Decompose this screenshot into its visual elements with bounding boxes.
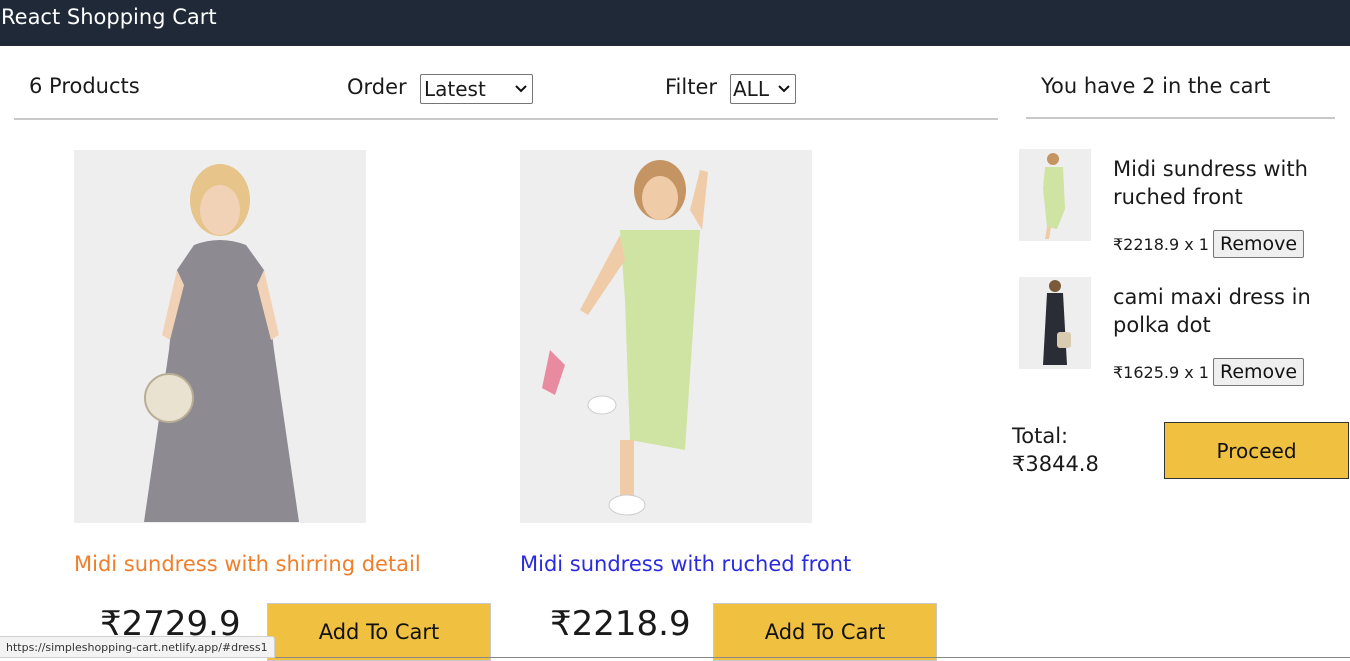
total-value: ₹3844.8 <box>1012 452 1099 476</box>
product-image[interactable] <box>74 150 366 523</box>
order-select-value: Latest <box>424 77 486 101</box>
order-select[interactable]: Latest <box>420 74 533 104</box>
product-image[interactable] <box>520 150 812 523</box>
order-label: Order <box>347 75 407 99</box>
chevron-down-icon <box>776 81 792 97</box>
cart-item-title: cami maxi dress in polka dot <box>1113 285 1311 337</box>
cart-item-price: ₹2218.9 x 1 <box>1113 234 1209 254</box>
cart-item: cami maxi dress in polka dot ₹1625.9 x 1… <box>1019 277 1349 387</box>
total-label: Total: <box>1012 424 1069 448</box>
product-title[interactable]: Midi sundress with ruched front <box>520 552 851 576</box>
add-to-cart-button[interactable]: Add To Cart <box>713 603 937 661</box>
filter-select-value: ALL <box>733 77 769 101</box>
filter-label: Filter <box>665 75 718 99</box>
cart-item-price: ₹1625.9 x 1 <box>1113 362 1209 382</box>
product-title[interactable]: Midi sundress with shirring detail <box>74 552 421 576</box>
proceed-button[interactable]: Proceed <box>1164 422 1349 479</box>
cart-summary-text: You have 2 in the cart <box>1041 74 1271 98</box>
cart-total: Total: ₹3844.8 <box>1012 422 1099 478</box>
filter-select[interactable]: ALL <box>730 74 796 104</box>
cart-item-price-line: ₹1625.9 x 1 Remove <box>1113 358 1305 386</box>
cart-item-thumbnail <box>1019 277 1091 369</box>
remove-button[interactable]: Remove <box>1212 358 1305 386</box>
chevron-down-icon <box>513 81 529 97</box>
remove-button[interactable]: Remove <box>1212 230 1305 258</box>
cart-item-title: Midi sundress with ruched front <box>1113 157 1308 209</box>
cart-header: You have 2 in the cart <box>1026 62 1335 119</box>
cart-item-price-line: ₹2218.9 x 1 Remove <box>1113 230 1305 258</box>
cart-item-thumbnail <box>1019 149 1091 241</box>
top-nav-bar: React Shopping Cart <box>0 0 1350 46</box>
product-count: 6 Products <box>29 74 140 98</box>
product-price: ₹2218.9 <box>550 604 691 644</box>
add-to-cart-button[interactable]: Add To Cart <box>267 603 491 661</box>
filter-bar: 6 Products Order Latest Filter ALL <box>14 62 998 120</box>
status-bar-url: https://simpleshopping-cart.netlify.app/… <box>0 636 275 658</box>
app-title[interactable]: React Shopping Cart <box>1 5 217 29</box>
cart-item: Midi sundress with ruched front ₹2218.9 … <box>1019 149 1349 259</box>
